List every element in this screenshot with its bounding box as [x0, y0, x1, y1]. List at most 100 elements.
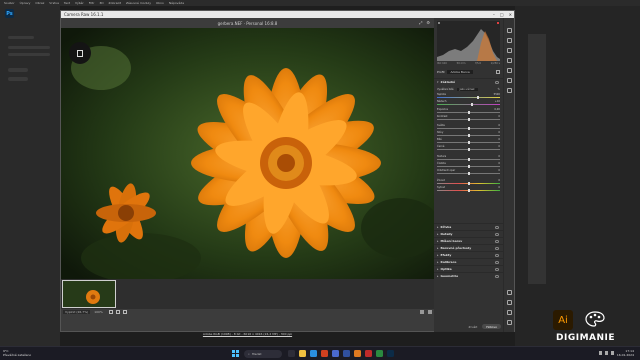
slider-cerne[interactable]: Černé 0 — [437, 145, 500, 151]
file-explorer-icon[interactable] — [299, 350, 306, 357]
panel-header-miseni-barev[interactable]: ▸ Míšení barev — [434, 237, 503, 244]
windows-start-icon[interactable] — [232, 350, 239, 357]
panel-header-krivka[interactable]: ▸ Křivka — [434, 223, 503, 230]
chevron-up-icon[interactable] — [599, 351, 602, 355]
ps-home-sidebar: Ps — [0, 6, 60, 346]
heal-tool-icon[interactable] — [507, 48, 512, 53]
profile-browser-icon[interactable] — [496, 70, 500, 74]
search-icon: ⌕ — [248, 352, 250, 356]
slider-cistota[interactable]: Čistota 0 — [437, 162, 500, 168]
app-icon[interactable] — [354, 350, 361, 357]
menu-napoveda[interactable]: Nápověda — [169, 0, 184, 6]
eye-icon[interactable] — [495, 268, 499, 271]
slider-bile[interactable]: Bílé 0 — [437, 138, 500, 144]
photoshop-logo-icon: Ps — [5, 9, 14, 18]
workflow-info-link[interactable]: Adobe RGB (1998) - 8 bit - 6016 x 4016 (… — [203, 332, 292, 336]
mask-tool-icon[interactable] — [507, 58, 512, 63]
edge-icon[interactable] — [310, 350, 317, 357]
menu-text[interactable]: Text — [64, 0, 70, 6]
slider-odstranit-opar[interactable]: Odstranit opar 0 — [437, 169, 500, 175]
menu-3d[interactable]: 3D — [99, 0, 103, 6]
rating-icon[interactable] — [420, 310, 424, 314]
wb-label: Vyvážení bílé — [437, 87, 454, 91]
eye-icon[interactable] — [495, 240, 499, 243]
menu-okno[interactable]: Okno — [156, 0, 164, 6]
grid-tool-icon[interactable] — [507, 320, 512, 325]
clock[interactable]: 17:14 16.01.2024 — [617, 349, 634, 357]
more-tools-icon[interactable] — [507, 88, 512, 93]
eye-icon[interactable] — [495, 233, 499, 236]
eyedropper-icon[interactable]: ✎ — [497, 87, 500, 91]
eye-icon[interactable] — [495, 275, 499, 278]
minimize-icon[interactable]: – — [493, 12, 495, 17]
teams-icon[interactable] — [332, 350, 339, 357]
white-balance-row: Vyvážení bílé Jako snímek ✎ — [437, 86, 500, 92]
volume-icon[interactable] — [611, 351, 614, 355]
image-preview[interactable] — [61, 28, 434, 279]
before-after-icon[interactable] — [428, 310, 432, 314]
profile-dropdown[interactable]: Adobe Barva — [447, 70, 473, 74]
panel-title-zakladni: Základní — [440, 80, 456, 84]
eye-icon[interactable] — [495, 261, 499, 264]
taskbar-search[interactable]: ⌕ Hledat — [244, 350, 282, 358]
hand-tool-icon[interactable] — [507, 300, 512, 305]
panel-header-kalibrace[interactable]: ▸ Kalibrace — [434, 258, 503, 265]
workflow-options[interactable]: Adobe RGB (1998) - 8 bit - 6016 x 4016 (… — [61, 320, 434, 336]
eye-icon[interactable] — [495, 247, 499, 250]
zoom-tool-icon[interactable] — [507, 290, 512, 295]
filmstrip-thumbnail[interactable] — [62, 280, 116, 308]
word-icon[interactable] — [343, 350, 350, 357]
crop-tool-icon[interactable] — [507, 38, 512, 43]
weather-widget[interactable]: 9°C Převážně zataženo — [3, 349, 31, 357]
wb-dropdown[interactable]: Jako snímek — [456, 87, 478, 91]
full-screen-icon[interactable]: ⤢ — [419, 20, 422, 25]
hide-panel-badge[interactable] — [69, 42, 91, 64]
slider-sytost[interactable]: Sytost 0 — [437, 186, 500, 192]
slider-kontrast[interactable]: Kontrast 0 — [437, 115, 500, 121]
chrome-icon[interactable] — [321, 350, 328, 357]
app-icon[interactable] — [365, 350, 372, 357]
chevron-down-icon: ▾ — [437, 80, 439, 84]
filmstrip-toggle-icon[interactable] — [109, 310, 113, 314]
zoom-dropdown[interactable]: Vyplnit (26,7%) — [63, 310, 91, 314]
close-icon[interactable]: ✕ — [509, 12, 512, 17]
zoom-100-button[interactable]: 100% — [94, 310, 103, 314]
panel-header-geometrie[interactable]: ▸ Geometrie — [434, 272, 503, 279]
menu-zasuvne-moduly[interactable]: Zásuvné moduly — [126, 0, 151, 6]
filter-icon[interactable] — [123, 310, 127, 314]
taskbar: 9°C Převážně zataženo ⌕ Hledat 17:14 16.… — [0, 346, 640, 360]
slider-textura[interactable]: Textura 0 — [437, 155, 500, 161]
maximize-icon[interactable]: □ — [500, 12, 504, 17]
eye-icon[interactable] — [495, 81, 499, 84]
panel-header-detaily[interactable]: ▸ Detaily — [434, 230, 503, 237]
panel-header-zakladni[interactable]: ▾ Základní — [434, 78, 503, 85]
slider-nadech[interactable]: Nádech +10 — [437, 100, 500, 106]
panel-header-efekty[interactable]: ▸ Efekty — [434, 251, 503, 258]
menu-zobrazit[interactable]: Zobrazit — [109, 0, 121, 6]
slider-expozice[interactable]: Expozice 0,00 — [437, 108, 500, 114]
done-button[interactable]: Hotovo — [482, 324, 501, 329]
menu-filtr[interactable]: Filtr — [89, 0, 95, 6]
edit-tool-icon[interactable] — [507, 28, 512, 33]
cancel-button[interactable]: Zrušit — [469, 325, 478, 329]
settings-gear-icon[interactable]: ⚙ — [426, 20, 430, 25]
task-view-icon[interactable] — [288, 350, 295, 357]
slider-zivost[interactable]: Živost 0 — [437, 179, 500, 185]
panel-header-optika[interactable]: ▸ Optika — [434, 265, 503, 272]
sort-icon[interactable] — [116, 310, 120, 314]
eye-icon[interactable] — [495, 254, 499, 257]
redeye-tool-icon[interactable] — [507, 68, 512, 73]
histogram — [437, 21, 500, 61]
photoshop-taskbar-icon[interactable] — [387, 350, 394, 357]
slider-svetla[interactable]: Světla 0 — [437, 124, 500, 130]
dialog-buttons: Zrušit Hotovo — [434, 323, 503, 330]
panel-header-barevne-prechody[interactable]: ▸ Barevné přechody — [434, 244, 503, 251]
slider-stiny[interactable]: Stíny 0 — [437, 131, 500, 137]
app-icon[interactable] — [376, 350, 383, 357]
wifi-icon[interactable] — [605, 351, 608, 355]
presets-tool-icon[interactable] — [507, 78, 512, 83]
sampler-tool-icon[interactable] — [507, 310, 512, 315]
eye-icon[interactable] — [495, 226, 499, 229]
slider-teplota[interactable]: Teplota 5500 — [437, 93, 500, 99]
menu-vyber[interactable]: Výběr — [75, 0, 84, 6]
